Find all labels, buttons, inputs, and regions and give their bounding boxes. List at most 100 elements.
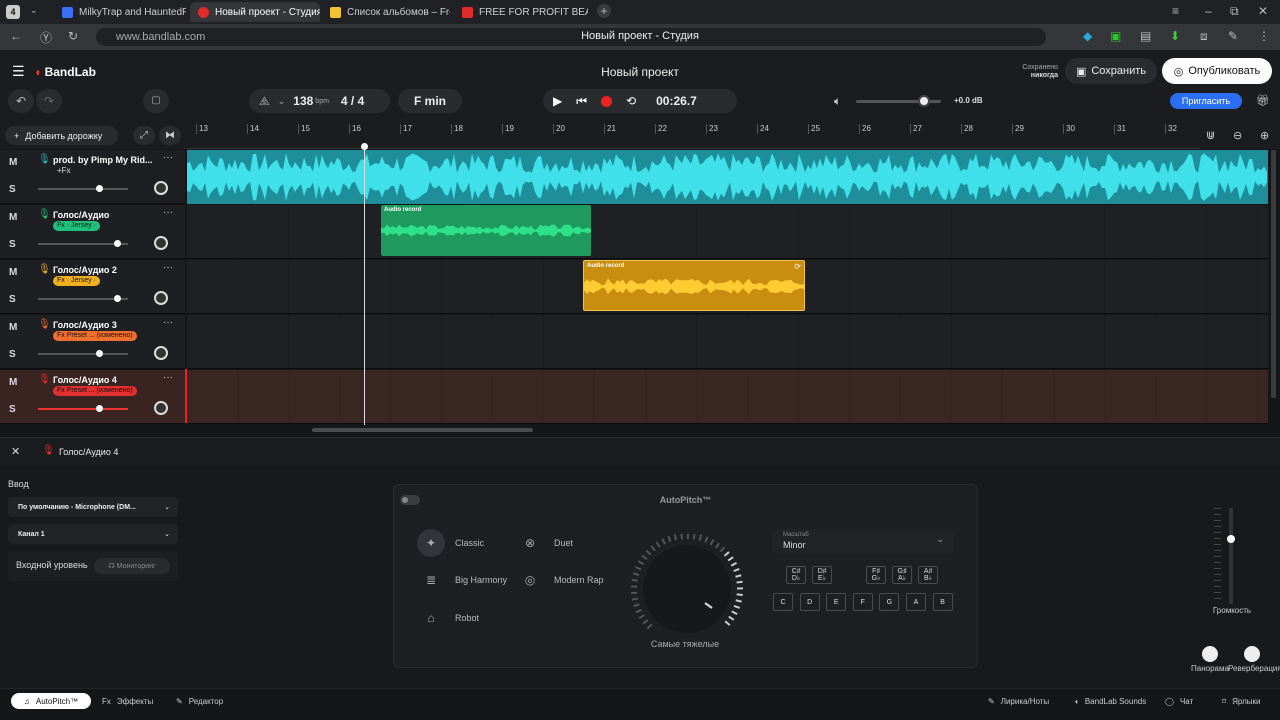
gift-icon[interactable]: 🎁︎ [1256, 94, 1270, 107]
mute-button[interactable]: M [9, 322, 17, 333]
fader-thumb[interactable] [1227, 535, 1235, 543]
solo-button[interactable]: S [9, 184, 16, 195]
solo-button[interactable]: S [9, 239, 16, 250]
input-device-select[interactable]: По умолчанию - Microphone (DM... ⌄ [8, 497, 178, 517]
fx-tag[interactable]: +Fx [53, 166, 75, 176]
slider-thumb[interactable] [96, 185, 104, 192]
preset-robot[interactable]: ⌂ Robot [417, 604, 479, 632]
meter-value[interactable]: 4 / 4 [341, 94, 364, 108]
key-sharp[interactable]: G♯ A♭ [892, 566, 912, 584]
panel-volume-fader[interactable] [1227, 508, 1235, 604]
play-icon[interactable]: ▶ [553, 94, 562, 108]
track-header[interactable]: M S 🎙︎ prod. by Pimp My Rid... +Fx ··· [0, 150, 185, 204]
key-note[interactable]: C [773, 593, 793, 611]
track-volume-slider[interactable] [38, 185, 128, 192]
key-note[interactable]: F [852, 593, 873, 611]
more-icon[interactable]: ··· [163, 317, 173, 328]
preset-duet[interactable]: ⊗ Duet [516, 529, 573, 557]
tab-2-active[interactable]: Новый проект - Студия✕ [190, 2, 320, 22]
tab-autopitch[interactable]: ♫ AutoPitch™ [11, 693, 91, 709]
track-lane[interactable] [187, 315, 1268, 369]
pan-knob[interactable] [154, 291, 168, 305]
loop-view-icon[interactable]: ▢ [143, 89, 169, 113]
vertical-scrollbar[interactable] [1271, 150, 1276, 398]
key-note[interactable]: A [906, 593, 926, 611]
pan-knob[interactable] [154, 236, 168, 250]
track-volume-slider[interactable] [38, 405, 128, 412]
timeline-ruler[interactable]: 13 14 15 16 17 18 19 20 21 22 23 24 25 26 27 28 29 30 31 32 [187, 122, 1280, 149]
strength-dial[interactable] [630, 534, 745, 634]
menu-icon[interactable]: ≡ [1172, 4, 1179, 18]
tab-sounds[interactable]: ◖ BandLab Sounds [1074, 693, 1146, 709]
metronome-icon[interactable]: ⧌ [259, 94, 270, 109]
tab-editor[interactable]: ✎ Редактор [176, 693, 223, 709]
undo-icon[interactable]: ↶ [8, 89, 34, 113]
mute-button[interactable]: M [9, 267, 17, 278]
key-sharp[interactable]: A♯ B♭ [918, 566, 938, 584]
track-header[interactable]: M S 🎙︎ Голос/Аудио 2 Fx · Jersey · ··· [0, 260, 185, 314]
zoom-out-icon[interactable]: ⊖ [1233, 129, 1242, 142]
track-lane[interactable] [187, 370, 1268, 424]
new-tab-icon[interactable]: + [597, 4, 611, 18]
pan-knob[interactable] [154, 181, 168, 195]
close-panel-icon[interactable]: ✕ [11, 445, 20, 458]
preset-classic[interactable]: ✦ Classic [417, 529, 484, 557]
mixer-icon[interactable]: ⧓ [159, 126, 181, 145]
tab-effects[interactable]: Fx Эффекты [102, 693, 153, 709]
fx-tag[interactable]: Fx · Jersey · [53, 221, 100, 231]
key-note[interactable]: B [932, 593, 953, 611]
tab-list-icon[interactable]: ⌄ [30, 5, 38, 16]
key-sharp[interactable]: D♯ E♭ [812, 566, 832, 584]
playhead-handle[interactable] [361, 143, 368, 150]
automation-icon[interactable]: ⤢ [133, 126, 155, 145]
key-button[interactable]: F min [398, 89, 462, 113]
more-icon[interactable]: ··· [163, 152, 173, 163]
tab-lyrics[interactable]: ✎ Лирика/Ноты [988, 693, 1049, 709]
tab-1[interactable]: MilkyTrap and HauntedFa [54, 2, 186, 22]
speaker-icon[interactable]: 🔈︎ [834, 94, 841, 109]
tab-counter[interactable]: 4 [6, 5, 20, 19]
channel-select[interactable]: Канал 1 ⌄ [8, 524, 178, 544]
solo-button[interactable]: S [9, 404, 16, 415]
track-name[interactable]: Голос/Аудио 4 [53, 375, 117, 385]
minimize-icon[interactable]: – [1205, 4, 1212, 18]
audio-clip-2[interactable]: Audio record ⟳ [583, 260, 805, 311]
key-note[interactable]: D [799, 593, 820, 611]
mute-button[interactable]: M [9, 157, 17, 168]
track-header[interactable]: M S 🎙︎ Голос/Аудио Fx · Jersey · ··· [0, 205, 185, 259]
horizontal-scrollbar[interactable] [312, 428, 533, 432]
master-volume-slider[interactable] [856, 95, 941, 107]
window-close-icon[interactable]: ✕ [1258, 4, 1268, 18]
fx-tag[interactable]: Fx Preset ... (изменено) [53, 386, 137, 396]
audio-clip-1[interactable]: Audio record [381, 205, 591, 256]
bpm-value[interactable]: 138 [293, 94, 313, 108]
pan-knob[interactable] [1202, 646, 1218, 662]
scale-select[interactable]: Масштаб Minor ⌄ [772, 529, 954, 553]
loop-icon[interactable]: ⟲ [626, 94, 636, 108]
fx-tag[interactable]: Fx · Jersey · [53, 276, 100, 286]
pan-knob[interactable] [154, 346, 168, 360]
mute-button[interactable]: M [9, 212, 17, 223]
reverb-knob[interactable] [1244, 646, 1260, 662]
playhead[interactable] [364, 145, 365, 435]
tab-labels[interactable]: ⌑ Ярлыки [1222, 693, 1260, 709]
slider-thumb[interactable] [114, 240, 122, 247]
slider-thumb[interactable] [96, 405, 104, 412]
more-icon[interactable]: ··· [163, 262, 173, 273]
more-icon[interactable]: ··· [163, 372, 173, 383]
track-volume-slider[interactable] [38, 240, 128, 247]
add-track-button[interactable]: + Добавить дорожку [5, 126, 118, 145]
magnet-icon[interactable]: ⋓ [1206, 129, 1215, 142]
track-name[interactable]: prod. by Pimp My Rid... [53, 155, 153, 165]
key-sharp[interactable]: F♯ G♭ [866, 566, 886, 584]
zoom-in-icon[interactable]: ⊕ [1260, 129, 1269, 142]
slider-thumb[interactable] [114, 295, 122, 302]
key-sharp[interactable]: C♯ D♭ [786, 566, 806, 584]
tempo-control[interactable]: ⧌ ⌄ 138 bpm 4 / 4 [249, 89, 390, 113]
tab-4[interactable]: FREE FOR PROFIT BEAT - [454, 2, 588, 22]
mute-button[interactable]: M [9, 377, 17, 388]
preset-modern-rap[interactable]: ◎ Modern Rap [516, 566, 604, 594]
fx-tag[interactable]: Fx Preset ... (изменено) [53, 331, 137, 341]
pan-knob[interactable] [154, 401, 168, 415]
tab-chat[interactable]: ◯ Чат [1165, 693, 1193, 709]
